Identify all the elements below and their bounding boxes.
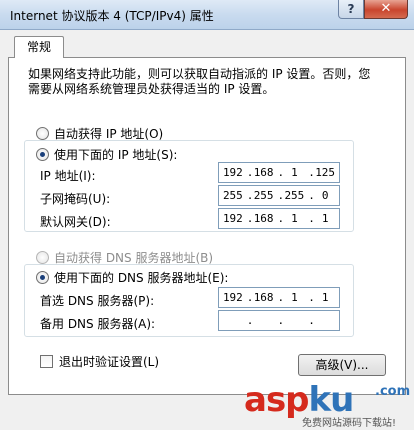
auto-ip-label: 自动获得 IP 地址(O) <box>54 127 164 141</box>
auto-dns-radio[interactable] <box>36 251 49 264</box>
gateway-input[interactable]: 192. 168. 1. 1 <box>218 208 340 229</box>
octet: 0 <box>321 189 329 202</box>
octet: 192 <box>222 212 243 225</box>
manual-ip-option[interactable]: 使用下面的 IP 地址(S): <box>36 146 181 163</box>
advanced-button[interactable]: 高级(V)... <box>298 354 386 376</box>
auto-ip-radio[interactable] <box>36 127 49 140</box>
alternate-dns-label: 备用 DNS 服务器(A): <box>40 317 156 331</box>
octet: 168 <box>253 166 274 179</box>
octet: 168 <box>253 291 274 304</box>
alternate-dns-input[interactable]: . . . <box>218 310 340 331</box>
manual-ip-radio[interactable] <box>36 148 49 161</box>
window-title: Internet 协议版本 4 (TCP/IPv4) 属性 <box>10 9 214 23</box>
manual-dns-option[interactable]: 使用下面的 DNS 服务器地址(E): <box>36 269 232 286</box>
ip-address-label: IP 地址(I): <box>40 169 96 183</box>
manual-dns-radio[interactable] <box>36 271 49 284</box>
octet: 192 <box>222 166 243 179</box>
preferred-dns-label: 首选 DNS 服务器(P): <box>40 294 155 308</box>
octet: 1 <box>291 212 298 225</box>
auto-dns-option[interactable]: 自动获得 DNS 服务器地址(B) <box>36 249 213 266</box>
auto-dns-label: 自动获得 DNS 服务器地址(B) <box>54 251 214 265</box>
octet: 168 <box>253 212 274 225</box>
watermark-tagline: 免费网站源码下载站! <box>302 418 397 429</box>
ip-address-input[interactable]: 192. 168. 1. 125 <box>218 162 340 183</box>
dot: . <box>246 314 254 327</box>
close-button[interactable]: ✕ <box>364 0 408 19</box>
gateway-label: 默认网关(D): <box>40 215 111 229</box>
dot: . <box>277 314 285 327</box>
help-button[interactable]: ? <box>338 0 364 19</box>
tab-general[interactable]: 常规 <box>14 36 64 58</box>
octet: 192 <box>222 291 243 304</box>
description-text: 如果网络支持此功能，则可以获取自动指派的 IP 设置。否则，您需要从网络系统管理… <box>28 67 371 96</box>
preferred-dns-input[interactable]: 192. 168. 1. 1 <box>218 287 340 308</box>
octet: 255 <box>222 189 243 202</box>
octet: 1 <box>321 291 329 304</box>
dot: . <box>308 314 315 327</box>
validate-settings-checkbox[interactable] <box>40 355 53 368</box>
subnet-mask-label: 子网掩码(U): <box>40 192 111 206</box>
octet: 1 <box>291 291 298 304</box>
title-bar: Internet 协议版本 4 (TCP/IPv4) 属性 ? ✕ <box>0 0 414 30</box>
octet: 255 <box>284 189 305 202</box>
watermark-suffix: .com <box>375 384 411 399</box>
watermark-brand: aspku <box>244 382 354 418</box>
aspku-watermark: aspku .com 免费网站源码下载站! <box>240 382 414 430</box>
octet: 1 <box>291 166 298 179</box>
octet: 1 <box>321 212 329 225</box>
octet: 125 <box>315 166 336 179</box>
subnet-mask-input[interactable]: 255. 255. 255. 0 <box>218 185 340 206</box>
auto-ip-option[interactable]: 自动获得 IP 地址(O) <box>36 125 163 142</box>
octet: 255 <box>253 189 274 202</box>
validate-settings-option[interactable]: 退出时验证设置(L) <box>40 353 159 370</box>
manual-dns-label: 使用下面的 DNS 服务器地址(E): <box>54 271 229 285</box>
manual-ip-label: 使用下面的 IP 地址(S): <box>54 148 178 162</box>
validate-settings-label: 退出时验证设置(L) <box>59 355 160 369</box>
